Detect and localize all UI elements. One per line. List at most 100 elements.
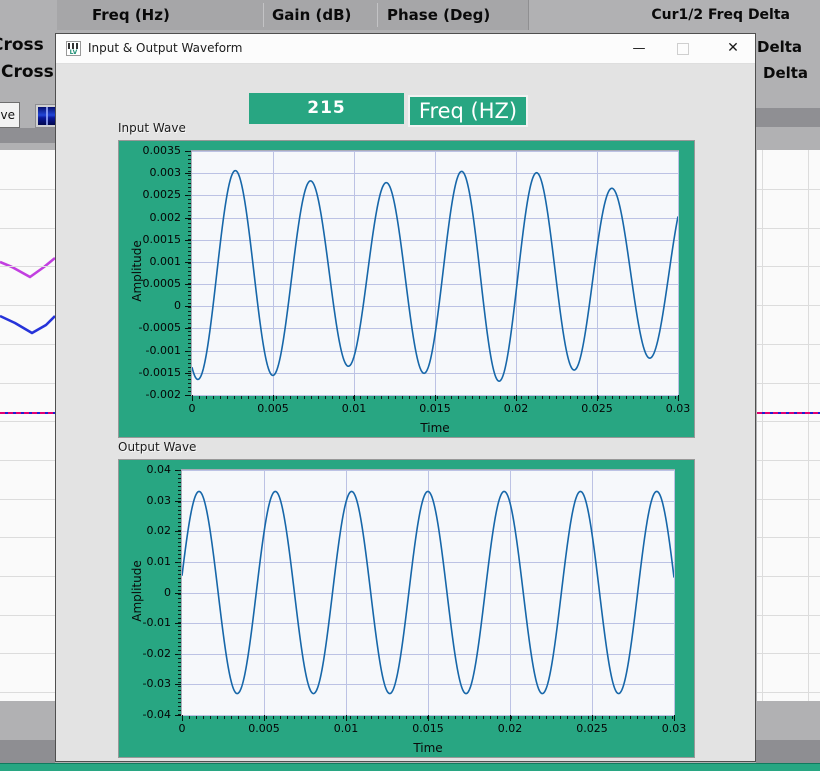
freq-unit-label: Freq (HZ) [408,95,528,127]
bg-gridline [757,305,820,306]
bg-gridline [757,499,820,500]
bg-cross-label-1: Cross [0,35,44,55]
bg-gridline [757,692,820,693]
window-titlebar[interactable]: LV Input & Output Waveform — ✕ [56,34,755,64]
x-major-tick [674,715,675,721]
y-tick-label: 0.0035 [119,144,181,157]
freq-value-indicator[interactable]: 215 [249,93,404,124]
input-plot-area[interactable] [191,150,679,396]
bg-gray-band [0,740,55,763]
x-tick-label: 0.02 [498,722,523,735]
bg-gridline [0,576,55,577]
bg-gridline [757,266,820,267]
y-tick-label: 0.0025 [119,188,181,201]
x-tick-label: 0.01 [342,402,367,415]
bg-delta-label-1: Delta [757,38,802,56]
bg-gridline [808,150,809,701]
maximize-icon [677,43,689,55]
y-tick-label: 0.0015 [119,233,181,246]
input-y-axis-label: Amplitude [130,201,144,341]
y-tick-label: -0.03 [119,677,171,690]
bg-gridline [762,150,763,701]
x-tick-label: 0 [179,722,186,735]
bg-cur-freq-delta-label: Cur1/2 Freq Delta [651,7,790,23]
minimize-button[interactable]: — [617,34,661,63]
bg-gridline [0,537,55,538]
y-tick-label: 0.0005 [119,277,181,290]
bg-cross-label-2: Cross [1,62,54,82]
input-wave-chart[interactable]: 0.00350.0030.00250.0020.00150.0010.00050… [118,140,695,438]
x-tick-label: 0.025 [576,722,608,735]
y-tick-label: -0.02 [119,647,171,660]
bg-gridline [0,692,55,693]
x-tick-label: 0.005 [248,722,280,735]
magenta-trace [0,258,55,277]
bg-header-gain: Gain (dB) [272,6,351,24]
y-tick-label: -0.002 [119,388,181,401]
x-tick-label: 0.005 [257,402,289,415]
y-tick-label: -0.001 [119,344,181,357]
bg-gridline [757,189,820,190]
y-tick-label: 0.01 [119,555,171,568]
output-wave-title: Output Wave [118,440,196,454]
bg-gridline [0,460,55,461]
y-tick-label: 0.001 [119,255,181,268]
x-minor-ticks [192,396,678,399]
bg-gridline [0,228,55,229]
bg-left-plot-traces [0,150,55,701]
bg-gridline [0,615,55,616]
input-waveform-trace [192,171,678,382]
bg-gridline [757,421,820,422]
x-major-tick [678,395,679,401]
bg-gridline [757,460,820,461]
waveform-window: LV Input & Output Waveform — ✕ 215 Freq … [55,33,756,762]
y-tick-label: -0.0005 [119,321,181,334]
bg-gridline [0,344,55,345]
maximize-button[interactable] [661,34,705,63]
x-tick-label: 0.02 [504,402,529,415]
v-gridline [674,470,675,715]
y-tick-label: 0 [119,299,181,312]
blue-slider-fill [38,107,56,125]
bg-partial-button[interactable]: ve [0,102,20,128]
output-y-axis-label: Amplitude [130,521,144,661]
bg-gridline [0,383,55,384]
input-x-axis-label: Time [420,421,449,435]
bg-cursor-dashed-line [757,412,820,414]
y-tick-label: -0.04 [119,708,171,721]
y-tick-label: -0.0015 [119,366,181,379]
bg-gridline [757,344,820,345]
bg-gray-band [0,128,55,143]
y-tick-label: 0.02 [119,524,171,537]
output-wave-chart[interactable]: 0.040.030.020.010-0.01-0.02-0.03-0.0400.… [118,459,695,758]
x-tick-label: 0.025 [581,402,613,415]
x-minor-ticks [182,716,674,719]
labview-icon-text: LV [67,50,80,56]
bg-gridline [0,499,55,500]
output-waveform-trace [182,491,674,693]
y-minor-ticks [178,470,181,715]
output-plot-area[interactable] [181,469,675,716]
bg-gridline [757,615,820,616]
bg-cursor-dashed-line [0,412,55,414]
bg-gridline [0,266,55,267]
bg-header-phase: Phase (Deg) [387,6,490,24]
x-tick-label: 0.03 [666,402,691,415]
labview-icon: LV [66,41,81,56]
y-tick-label: -0.01 [119,616,171,629]
x-tick-label: 0 [189,402,196,415]
close-button[interactable]: ✕ [711,34,755,63]
v-gridline [678,151,679,395]
x-tick-label: 0.015 [412,722,444,735]
output-x-axis-label: Time [413,741,442,755]
bg-table-header: Freq (Hz) Gain (dB) Phase (Deg) [57,0,529,30]
header-separator [377,3,378,27]
y-major-tick [185,395,191,396]
bg-gridline [0,421,55,422]
bg-gridline [757,228,820,229]
y-tick-label: 0.002 [119,211,181,224]
y-minor-ticks [188,151,191,395]
bg-gridline [0,653,55,654]
bg-gridline [757,537,820,538]
x-tick-label: 0.01 [334,722,359,735]
